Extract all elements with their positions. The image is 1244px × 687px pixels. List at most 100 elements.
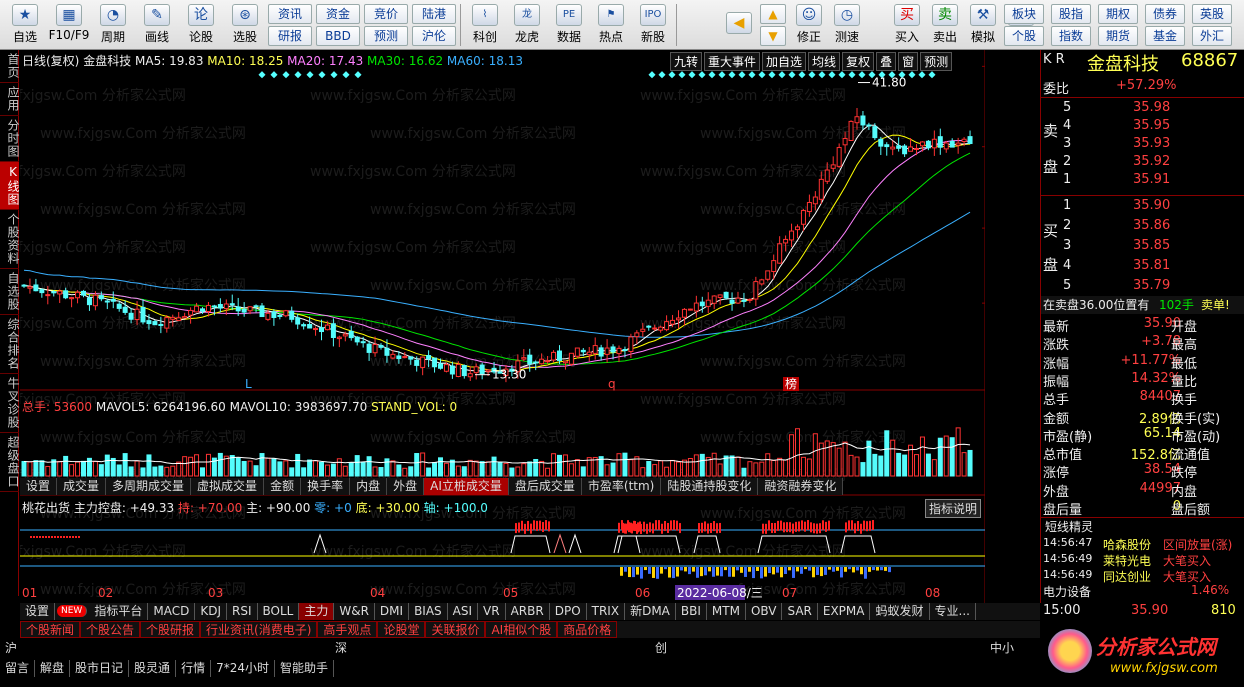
kline-chart-area[interactable]: www.fxjgsw.Com 分析家公式网 www.fxjgsw.Com 分析家公… xyxy=(0,50,1044,603)
indicator-tab-15[interactable]: TRIX xyxy=(587,603,626,620)
toolbar-right-btn-0[interactable]: ☺ 修正 xyxy=(788,2,830,48)
left-tab-8[interactable]: 超级盘口 xyxy=(0,433,20,492)
indicator-tab-4[interactable]: KDJ xyxy=(195,603,227,620)
indicator-tab-13[interactable]: ARBR xyxy=(506,603,550,620)
kline-btn-2[interactable]: 加自选 xyxy=(762,52,807,71)
news-tab-1[interactable]: 个股公告 xyxy=(80,621,141,638)
chart-canvas[interactable]: www.fxjgsw.Com 分析家公式网 www.fxjgsw.Com 分析家公… xyxy=(0,50,1044,603)
toolbar-market-btn[interactable]: 外汇 xyxy=(1192,26,1232,46)
news-tab-3[interactable]: 行业资讯(消费电子) xyxy=(200,621,318,638)
toolbar-small-btn[interactable]: 竞价 xyxy=(364,4,408,24)
news-tab-2[interactable]: 个股研报 xyxy=(140,621,201,638)
toolbar-btn-4[interactable]: 论论股 xyxy=(180,2,222,48)
toolbar-small-btn[interactable]: 研报 xyxy=(268,26,312,46)
volume-tab-12[interactable]: 融资融券变化 xyxy=(758,478,844,495)
toolbar-right-btn-2[interactable]: 买买入 xyxy=(886,2,928,48)
toolbar-mid-btn-3[interactable]: ⚑ 热点 xyxy=(590,2,632,48)
volume-tab-7[interactable]: 外盘 xyxy=(387,478,425,495)
toolbar-small-btn[interactable]: BBD xyxy=(316,26,360,46)
volume-tab-8[interactable]: AI立桩成交量 xyxy=(424,478,509,495)
back-arrow-button[interactable]: ◀ xyxy=(718,2,760,48)
arrow-down-button[interactable]: ▼ xyxy=(760,26,786,46)
left-tab-2[interactable]: 分时图 xyxy=(0,116,20,162)
toolbar-small-btn[interactable]: 资金 xyxy=(316,4,360,24)
status-item-2[interactable]: 股市日记 xyxy=(70,660,130,677)
indicator-tab-12[interactable]: VR xyxy=(478,603,506,620)
news-tab-6[interactable]: 关联报价 xyxy=(425,621,486,638)
news-tab-0[interactable]: 个股新闻 xyxy=(20,621,81,638)
status-item-6[interactable]: 智能助手 xyxy=(275,660,334,677)
toolbar-market-btn[interactable]: 个股 xyxy=(1004,26,1044,46)
indicator-tab-6[interactable]: BOLL xyxy=(258,603,300,620)
toolbar-btn-5[interactable]: ⊛ 选股 xyxy=(224,2,266,48)
volume-tab-5[interactable]: 换手率 xyxy=(301,478,351,495)
toolbar-market-btn[interactable]: 板块 xyxy=(1004,4,1044,24)
kline-btn-0[interactable]: 九转 xyxy=(670,52,703,71)
toolbar-mid-btn-2[interactable]: PE 数据 xyxy=(548,2,590,48)
toolbar-small-btn[interactable]: 陆港 xyxy=(412,4,456,24)
toolbar-market-btn[interactable]: 债券 xyxy=(1145,4,1185,24)
volume-tab-9[interactable]: 盘后成交量 xyxy=(508,478,582,495)
toolbar-market-btn[interactable]: 基金 xyxy=(1145,26,1185,46)
volume-tab-2[interactable]: 多周期成交量 xyxy=(106,478,192,495)
toolbar-market-btn[interactable]: 英股 xyxy=(1192,4,1232,24)
toolbar-right-btn-1[interactable]: ◷ 测速 xyxy=(826,2,868,48)
volume-tab-6[interactable]: 内盘 xyxy=(350,478,388,495)
left-tab-5[interactable]: 自选股 xyxy=(0,269,20,315)
kline-btn-1[interactable]: 重大事件 xyxy=(704,52,761,71)
kline-btn-4[interactable]: 复权 xyxy=(842,52,875,71)
toolbar-btn-1[interactable]: ▦ F10/F9 xyxy=(48,2,90,48)
toolbar-btn-0[interactable]: ★ 自选 xyxy=(4,2,46,48)
left-tab-4[interactable]: 个股资料 xyxy=(0,210,20,269)
toolbar-mid-btn-4[interactable]: IPO 新股 xyxy=(632,2,674,48)
indicator-tab-3[interactable]: MACD xyxy=(148,603,196,620)
status-item-5[interactable]: 7*24小时 xyxy=(211,660,275,677)
indicator-tab-16[interactable]: 新DMA xyxy=(625,603,676,620)
indicator-tab-0[interactable]: 设置 xyxy=(20,603,56,620)
news-tab-5[interactable]: 论股堂 xyxy=(377,621,426,638)
toolbar-small-btn[interactable]: 预测 xyxy=(364,26,408,46)
indicator-tab-23[interactable]: 专业... xyxy=(930,603,976,620)
indicator-help-button[interactable]: 指标说明 xyxy=(925,499,982,518)
indicator-tab-18[interactable]: MTM xyxy=(707,603,746,620)
toolbar-right-btn-4[interactable]: ⚒ 模拟 xyxy=(962,2,1004,48)
left-tab-0[interactable]: 首页 xyxy=(0,50,20,83)
toolbar-right-btn-3[interactable]: 卖卖出 xyxy=(924,2,966,48)
volume-tab-10[interactable]: 市盈率(ttm) xyxy=(581,478,662,495)
volume-tab-0[interactable]: 设置 xyxy=(20,478,58,495)
toolbar-btn-3[interactable]: ✎ 画线 xyxy=(136,2,178,48)
status-item-1[interactable]: 解盘 xyxy=(35,660,71,677)
toolbar-market-btn[interactable]: 股指 xyxy=(1051,4,1091,24)
kline-btn-7[interactable]: 预测 xyxy=(920,52,953,71)
left-tab-3[interactable]: K线图 xyxy=(0,162,20,210)
toolbar-market-btn[interactable]: 期权 xyxy=(1098,4,1138,24)
indicator-tab-7[interactable]: 主力 xyxy=(299,603,335,620)
indicator-tab-2[interactable]: 指标平台 xyxy=(89,603,149,620)
status-item-0[interactable]: 留言 xyxy=(0,660,36,677)
volume-tab-3[interactable]: 虚拟成交量 xyxy=(191,478,265,495)
index-label-2[interactable]: 创 xyxy=(650,640,672,657)
toolbar-btn-2[interactable]: ◔ 周期 xyxy=(92,2,134,48)
left-tab-7[interactable]: 牛叉诊股 xyxy=(0,374,20,433)
volume-tab-4[interactable]: 金额 xyxy=(264,478,302,495)
indicator-tab-14[interactable]: DPO xyxy=(550,603,587,620)
kline-btn-5[interactable]: 叠 xyxy=(876,52,897,71)
indicator-tab-10[interactable]: BIAS xyxy=(409,603,448,620)
arrow-up-button[interactable]: ▲ xyxy=(760,4,786,24)
toolbar-market-btn[interactable]: 期货 xyxy=(1098,26,1138,46)
indicator-tab-11[interactable]: ASI xyxy=(448,603,479,620)
indicator-tab-20[interactable]: SAR xyxy=(782,603,818,620)
indicator-tab-21[interactable]: EXPMA xyxy=(818,603,871,620)
news-tab-4[interactable]: 高手观点 xyxy=(317,621,378,638)
volume-tab-1[interactable]: 成交量 xyxy=(57,478,107,495)
toolbar-mid-btn-1[interactable]: 龙龙虎 xyxy=(506,2,548,48)
volume-tab-11[interactable]: 陆股通持股变化 xyxy=(661,478,759,495)
index-label-0[interactable]: 沪 xyxy=(0,640,22,657)
indicator-tab-22[interactable]: 蚂蚁发财 xyxy=(870,603,930,620)
indicator-tab-19[interactable]: OBV xyxy=(746,603,783,620)
index-label-3[interactable]: 中小 xyxy=(985,640,1019,657)
toolbar-small-btn[interactable]: 资讯 xyxy=(268,4,312,24)
toolbar-mid-btn-0[interactable]: ⌇ 科创 xyxy=(464,2,506,48)
news-tab-7[interactable]: AI相似个股 xyxy=(485,621,558,638)
toolbar-small-btn[interactable]: 沪伦 xyxy=(412,26,456,46)
